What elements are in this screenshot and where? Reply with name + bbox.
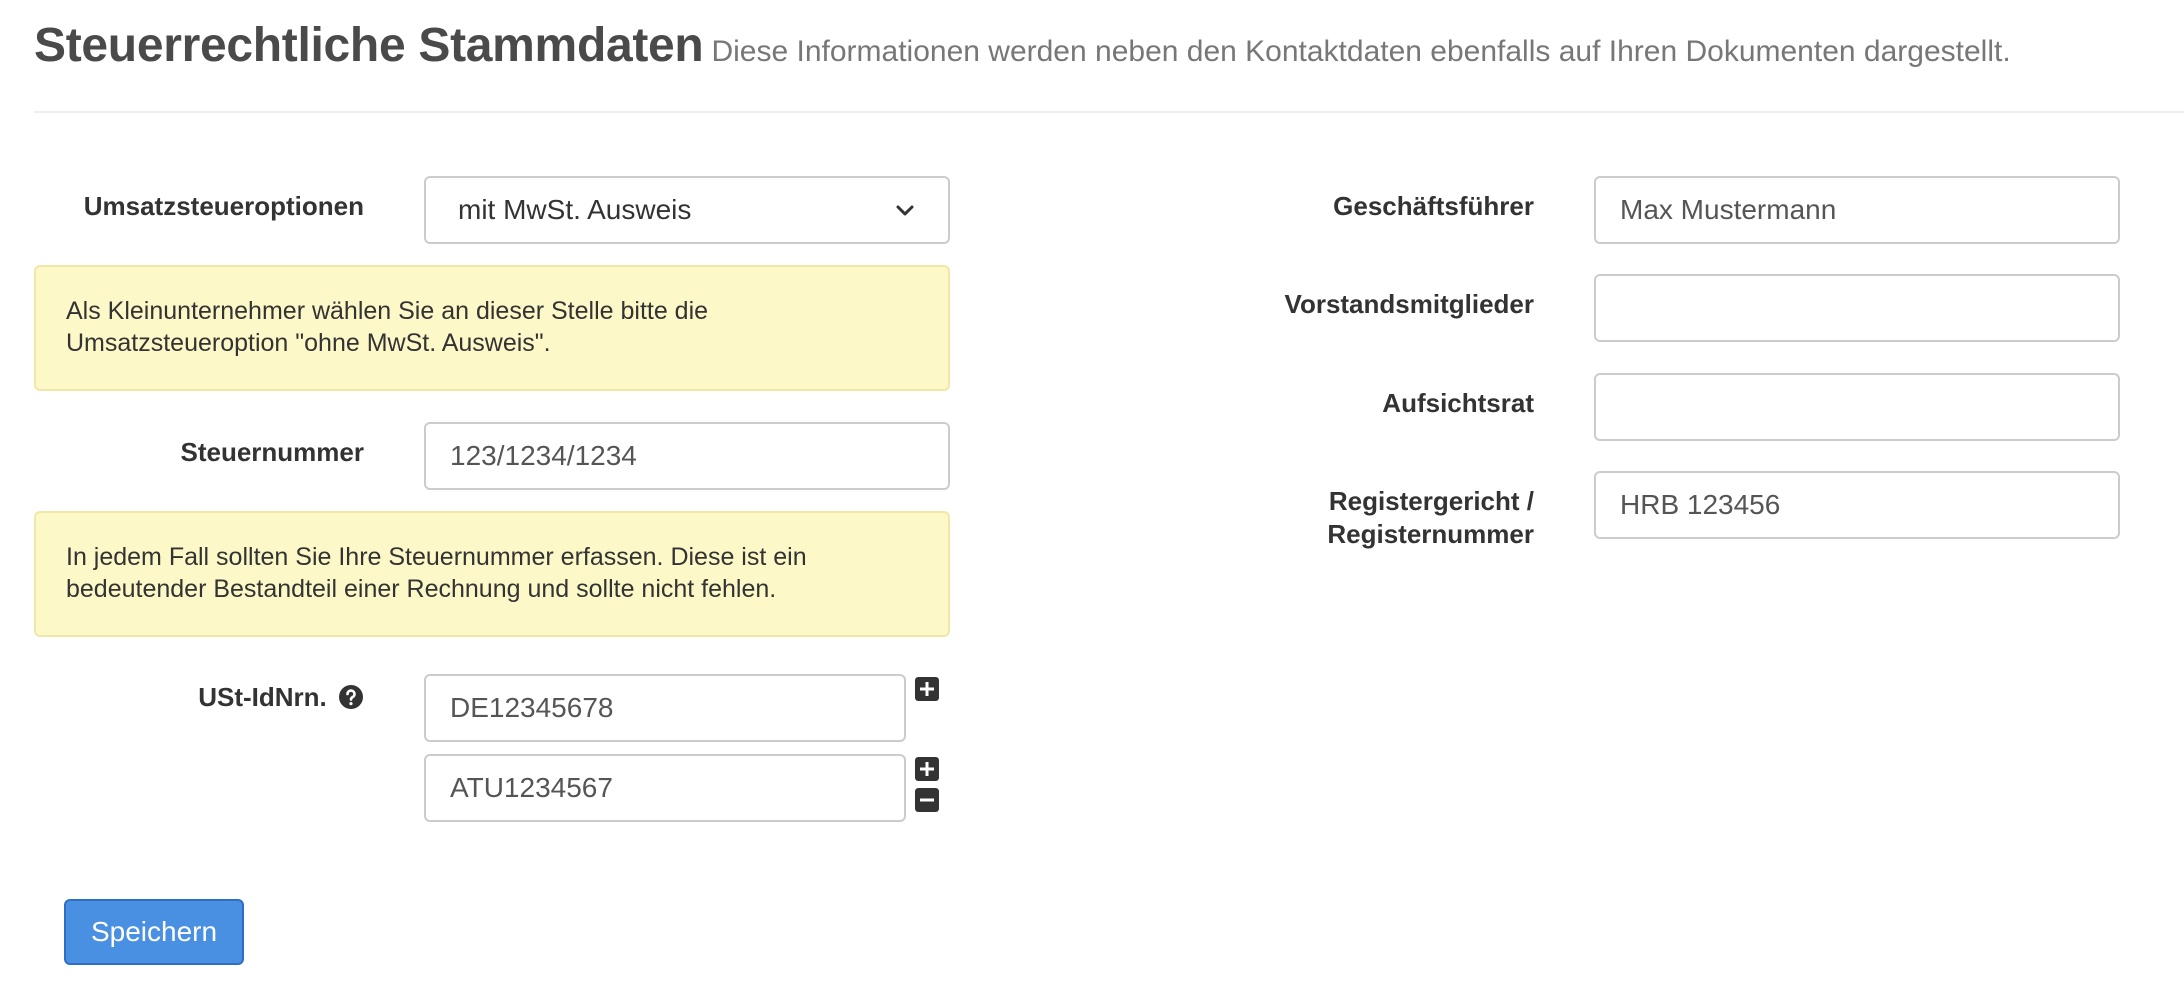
board-members-input[interactable]	[1594, 274, 2120, 342]
tax-number-input[interactable]: 123/1234/1234	[424, 422, 950, 490]
small-business-hint-line-2: Umsatzsteueroption "ohne MwSt. Ausweis".	[66, 329, 551, 357]
vat-id-input-1[interactable]: DE12345678	[424, 674, 906, 742]
question-circle-icon[interactable]	[338, 684, 364, 710]
tax-number-hint-line-1: In jedem Fall sollten Sie Ihre Steuernum…	[66, 543, 807, 571]
tax-number-value: 123/1234/1234	[450, 440, 637, 471]
supervisory-board-label: Aufsichtsrat	[1382, 388, 1534, 418]
supervisory-board-input[interactable]	[1594, 373, 2120, 441]
vat-id-value-2: ATU1234567	[450, 772, 613, 803]
managing-director-label: Geschäftsführer	[1333, 191, 1534, 221]
save-button[interactable]: Speichern	[64, 899, 244, 965]
vat-id-input-2[interactable]: ATU1234567	[424, 754, 906, 822]
board-members-label: Vorstandsmitglieder	[1284, 289, 1534, 319]
small-business-hint: Als Kleinunternehmer wählen Sie an diese…	[34, 265, 950, 391]
tax-number-hint: In jedem Fall sollten Sie Ihre Steuernum…	[34, 511, 950, 637]
register-label: Registergericht / Registernummer	[1180, 485, 1534, 551]
chevron-down-icon	[896, 205, 914, 216]
register-value: HRB 123456	[1620, 489, 1781, 520]
managing-director-input[interactable]: Max Mustermann	[1594, 176, 2120, 244]
register-label-line-1: Registergericht /	[1328, 486, 1534, 516]
vat-option-select[interactable]: mit MwSt. Ausweis	[424, 176, 950, 244]
vat-option-value: mit MwSt. Ausweis	[458, 194, 692, 225]
register-input[interactable]: HRB 123456	[1594, 471, 2120, 539]
vat-option-label: Umsatzsteueroptionen	[83, 191, 364, 221]
plus-square-icon[interactable]	[915, 677, 939, 701]
minus-square-icon[interactable]	[915, 788, 939, 812]
header-divider	[34, 111, 2184, 113]
plus-square-icon[interactable]	[915, 757, 939, 781]
vat-id-value-1: DE12345678	[450, 692, 614, 723]
tax-number-label: Steuernummer	[180, 437, 365, 467]
vat-ids-label-row: USt-IdNrn.	[34, 681, 364, 714]
vat-ids-label: USt-IdNrn.	[198, 682, 327, 712]
register-label-line-2: Registernummer	[1327, 519, 1534, 549]
managing-director-value: Max Mustermann	[1620, 194, 1837, 225]
page-subtitle: Diese Informationen werden neben den Kon…	[711, 35, 2011, 68]
page-title: Steuerrechtliche Stammdaten	[34, 19, 704, 72]
small-business-hint-line-1: Als Kleinunternehmer wählen Sie an diese…	[66, 297, 709, 325]
page-header: Steuerrechtliche Stammdaten Diese Informa…	[34, 18, 2184, 73]
tax-number-hint-line-2: bedeutender Bestandteil einer Rechnung u…	[66, 575, 777, 603]
